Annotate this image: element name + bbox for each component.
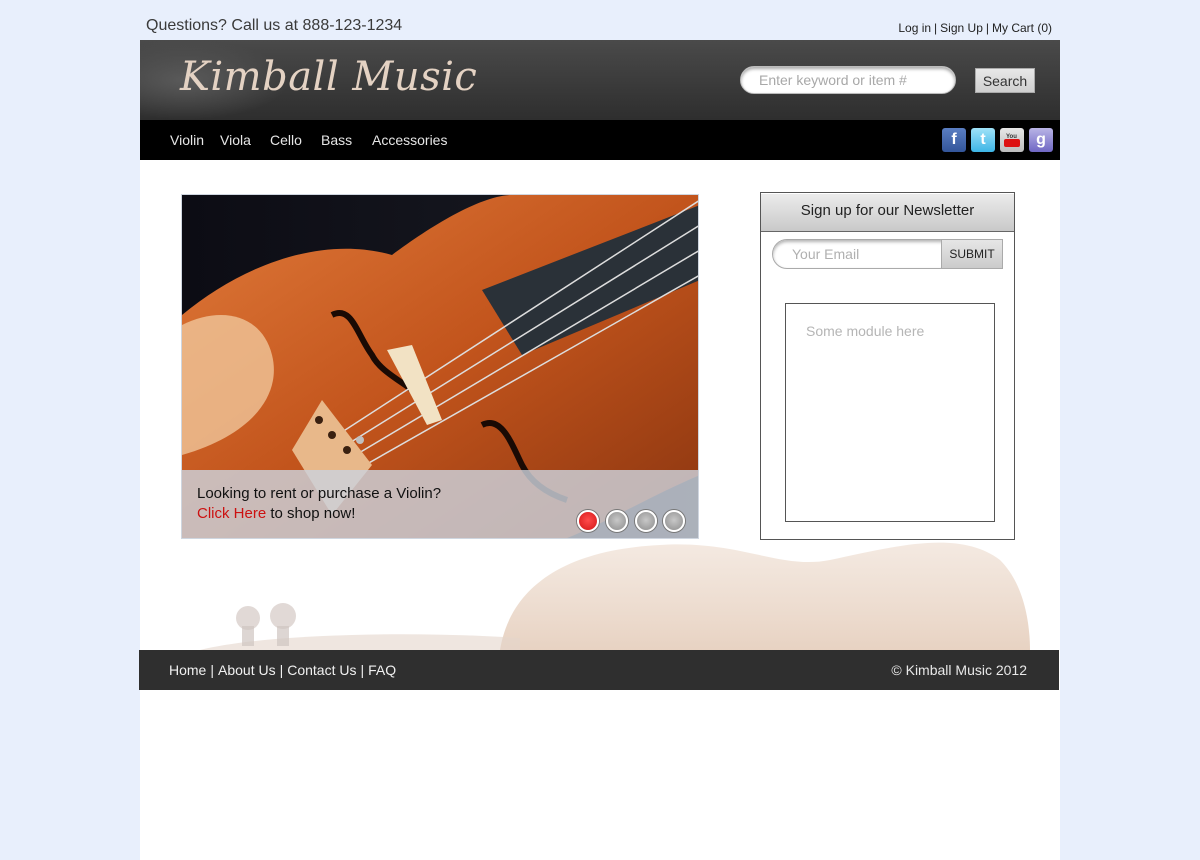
facebook-icon[interactable]: f xyxy=(942,128,966,152)
copyright-text: © Kimball Music 2012 xyxy=(891,662,1027,678)
login-link[interactable]: Log in xyxy=(898,21,931,35)
main-nav: Violin Viola Cello Bass Accessories xyxy=(140,120,1060,160)
module-placeholder-text: Some module here xyxy=(806,323,925,339)
footer-contact-link[interactable]: Contact Us xyxy=(287,662,356,678)
slide-dot-3[interactable] xyxy=(635,510,657,532)
svg-text:You: You xyxy=(1006,134,1017,140)
footer-home-link[interactable]: Home xyxy=(169,662,206,678)
separator: | xyxy=(934,21,938,35)
nav-item-cello[interactable]: Cello xyxy=(270,132,302,148)
newsletter-email-input[interactable] xyxy=(772,239,955,269)
google-icon[interactable]: g xyxy=(1029,128,1053,152)
newsletter-panel: Sign up for our Newsletter SUBMIT Some m… xyxy=(760,192,1015,540)
background-violin-image xyxy=(200,542,1030,650)
footer: Home | About Us | Contact Us | FAQ © Kimball M… xyxy=(139,650,1059,690)
newsletter-submit-button[interactable]: SUBMIT xyxy=(941,239,1003,269)
caption-cta-text: to shop now! xyxy=(266,505,356,522)
header: Kimball Music Search xyxy=(140,40,1060,120)
caption-headline: Looking to rent or purchase a Violin? xyxy=(197,485,442,502)
shop-now-link[interactable]: Click Here xyxy=(197,505,266,522)
site-logo[interactable]: Kimball Music xyxy=(180,54,477,100)
separator: | xyxy=(360,662,365,678)
footer-links: Home | About Us | Contact Us | FAQ xyxy=(169,662,396,678)
caption-cta: Click Here to shop now! xyxy=(197,505,355,522)
newsletter-title: Sign up for our Newsletter xyxy=(761,193,1014,232)
nav-item-viola[interactable]: Viola xyxy=(220,132,251,148)
slide-dot-1[interactable] xyxy=(577,510,599,532)
separator: | xyxy=(985,21,989,35)
slide-dot-4[interactable] xyxy=(663,510,685,532)
separator: | xyxy=(210,662,214,678)
nav-item-accessories[interactable]: Accessories xyxy=(372,132,447,148)
footer-faq-link[interactable]: FAQ xyxy=(368,662,396,678)
nav-item-bass[interactable]: Bass xyxy=(321,132,352,148)
slide-dot-2[interactable] xyxy=(606,510,628,532)
nav-item-violin[interactable]: Violin xyxy=(170,132,204,148)
signup-link[interactable]: Sign Up xyxy=(940,21,983,35)
search-input[interactable] xyxy=(740,66,956,94)
search-button[interactable]: Search xyxy=(975,68,1035,93)
separator: | xyxy=(279,662,284,678)
account-links: Log in | Sign Up | My Cart (0) xyxy=(898,21,1052,35)
footer-about-link[interactable]: About Us xyxy=(218,662,276,678)
hero-slider[interactable]: Looking to rent or purchase a Violin? Cl… xyxy=(181,194,699,539)
cart-link[interactable]: My Cart (0) xyxy=(992,21,1052,35)
module-box: Some module here xyxy=(785,303,995,522)
youtube-icon[interactable]: You xyxy=(1000,128,1024,152)
phone-text: Questions? Call us at 888-123-1234 xyxy=(146,17,403,34)
twitter-icon[interactable]: t xyxy=(971,128,995,152)
